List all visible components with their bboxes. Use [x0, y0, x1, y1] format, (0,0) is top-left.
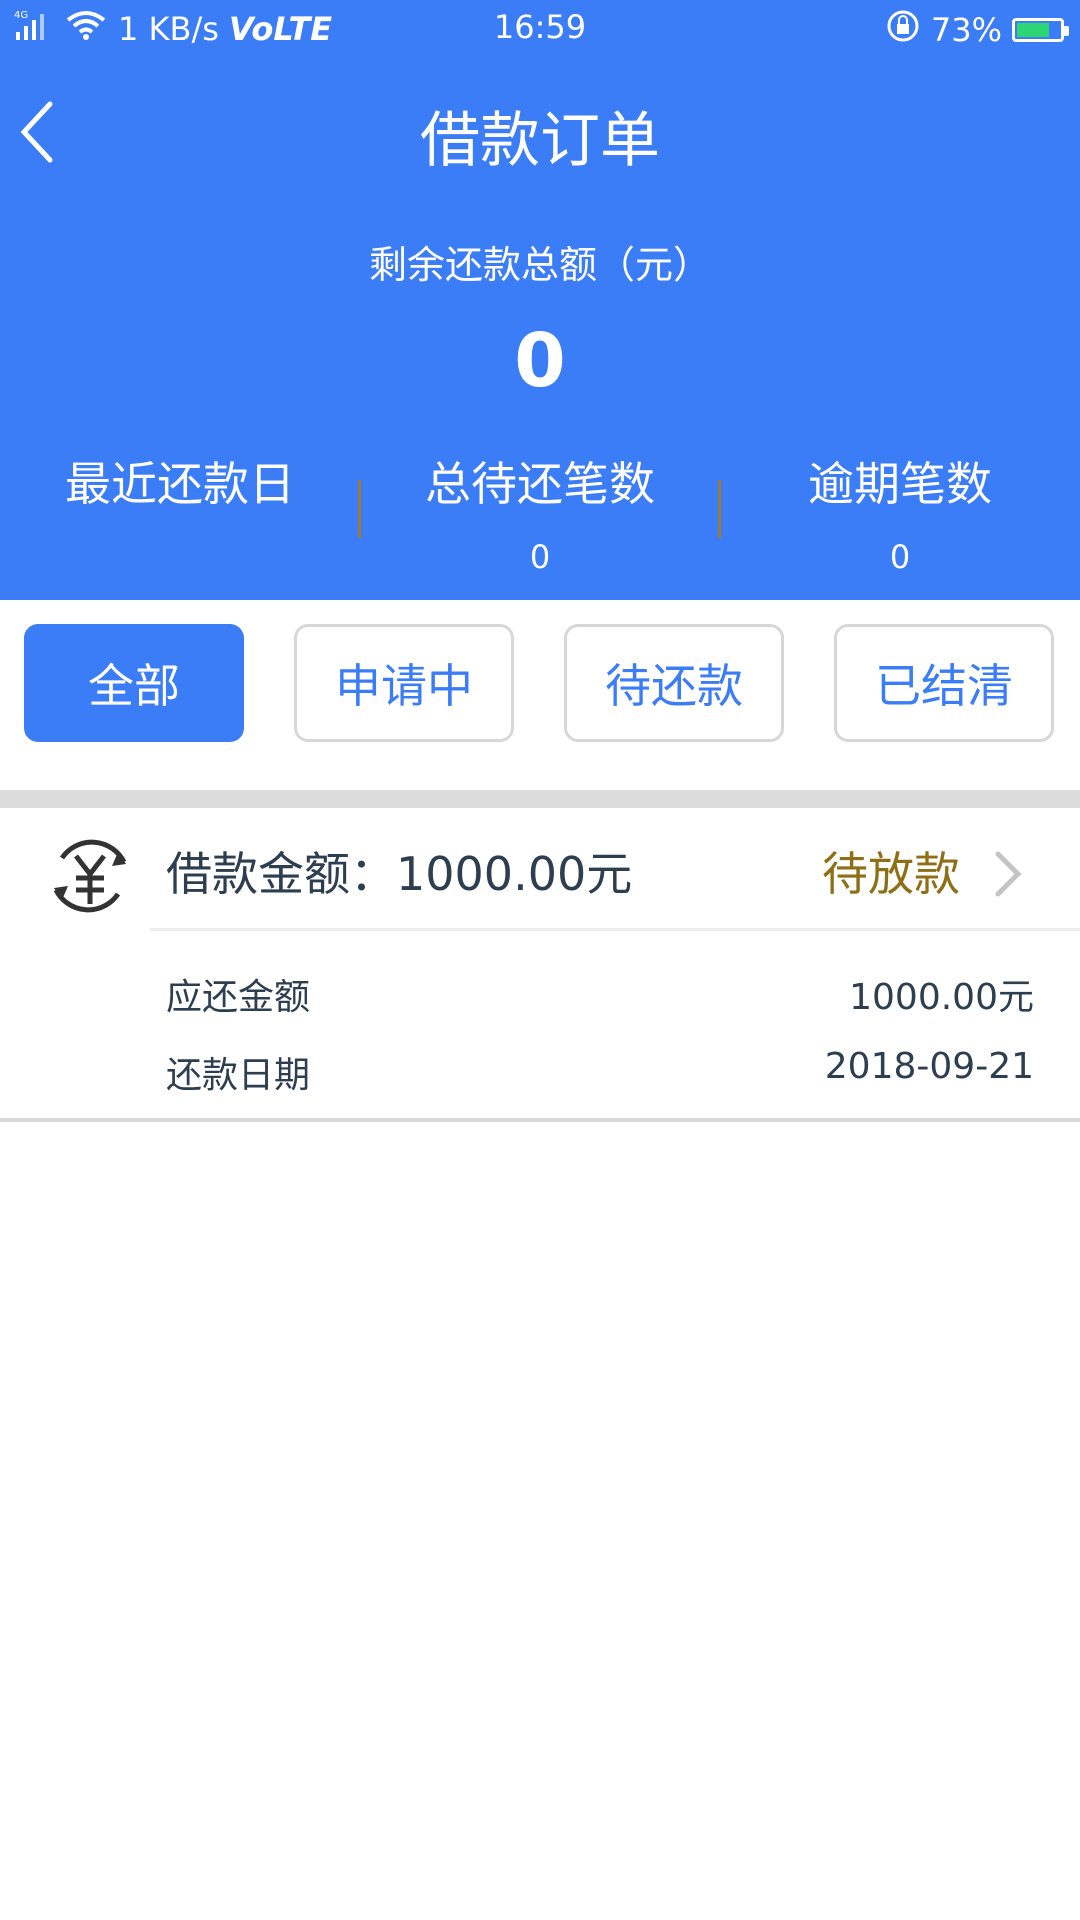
- row-label: 应还金额: [166, 977, 311, 1018]
- status-bar: 4G 1 KB/s VoLTE 16:59 73%: [0, 0, 1080, 56]
- summary-label: 剩余还款总额（元）: [368, 243, 711, 287]
- filter-all[interactable]: 全部: [24, 624, 244, 742]
- battery-icon: [1012, 18, 1069, 42]
- header: 4G 1 KB/s VoLTE 16:59 73% 借款订单 剩余还款总额（元）…: [0, 0, 1080, 600]
- yuan-refresh-icon: [42, 828, 138, 924]
- page-title: 借款订单: [420, 106, 660, 176]
- order-status: 待放款: [822, 847, 960, 901]
- battery-percent: 73%: [930, 11, 1002, 49]
- stat-pending-count: 总待还笔数 0: [360, 448, 720, 576]
- loan-amount-title: 借款金额：1000.00元: [166, 847, 633, 901]
- card-bottom-border: [0, 1118, 1080, 1122]
- stat-label: 最近还款日: [65, 457, 295, 511]
- info-row-repay-date: 还款日期 2018-09-21: [166, 1046, 1034, 1098]
- filter-pending-repay[interactable]: 待还款: [564, 624, 784, 742]
- stat-divider: [718, 480, 721, 538]
- summary-value: 0: [514, 318, 566, 404]
- stat-latest-repay-day: 最近还款日: [0, 448, 360, 538]
- section-separator: [0, 790, 1080, 808]
- filter-tabs: 全部 申请中 待还款 已结清: [0, 624, 1080, 744]
- stat-divider: [358, 480, 361, 538]
- stat-value: 0: [529, 538, 551, 576]
- filter-settled[interactable]: 已结清: [834, 624, 1054, 742]
- filter-applying[interactable]: 申请中: [294, 624, 514, 742]
- stat-overdue-count: 逾期笔数 0: [720, 448, 1080, 576]
- stats-row: 最近还款日 总待还笔数 0 逾期笔数 0: [0, 448, 1080, 578]
- row-label: 还款日期: [166, 1055, 311, 1096]
- title-bar: 借款订单: [0, 80, 1080, 180]
- row-value: 2018-09-21: [824, 1046, 1034, 1087]
- chevron-right-icon[interactable]: [988, 844, 1028, 904]
- lock-rotation-icon: [885, 8, 921, 52]
- stat-label: 总待还笔数: [425, 457, 655, 511]
- stat-label: 逾期笔数: [808, 457, 992, 511]
- row-value: 1000.00元: [849, 977, 1034, 1018]
- info-row-due-amount: 应还金额 1000.00元: [166, 968, 1034, 1020]
- stat-value: 0: [889, 538, 911, 576]
- card-divider: [150, 928, 1080, 931]
- order-card[interactable]: 借款金额：1000.00元 待放款 应还金额 1000.00元 还款日期 201…: [0, 808, 1080, 1124]
